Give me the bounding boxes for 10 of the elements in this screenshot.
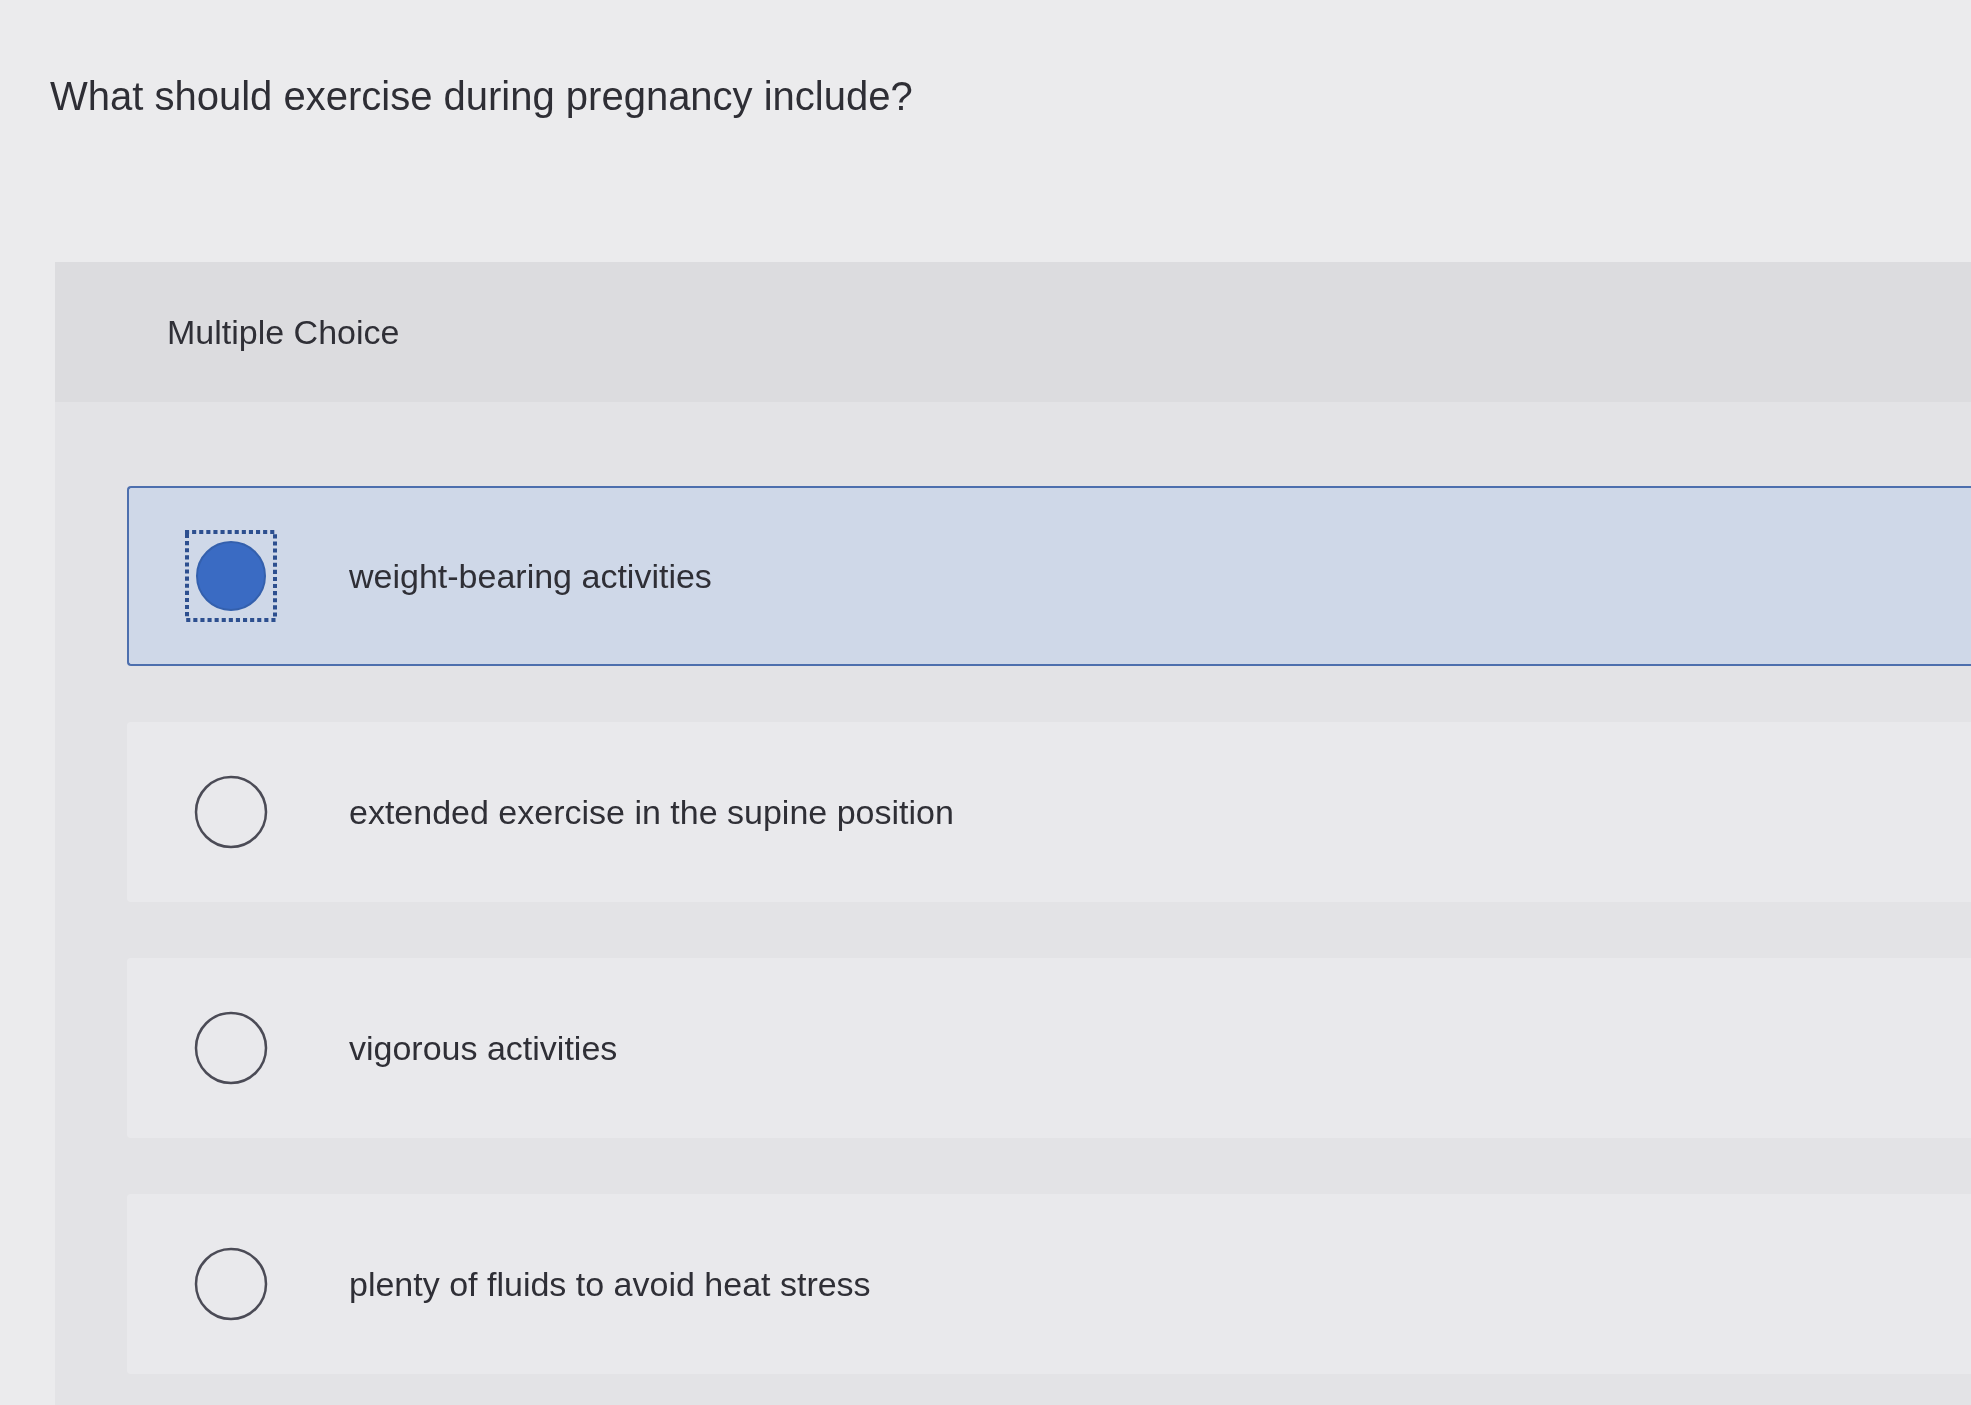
answer-option[interactable]: vigorous activities <box>127 958 1971 1138</box>
radio-button[interactable] <box>194 1247 268 1321</box>
question-type-header: Multiple Choice <box>55 262 1971 402</box>
answer-option[interactable]: extended exercise in the supine position <box>127 722 1971 902</box>
question-text: What should exercise during pregnancy include? <box>50 73 914 120</box>
radio-button[interactable] <box>194 775 268 849</box>
answer-option[interactable]: weight-bearing activities <box>127 486 1971 666</box>
answer-option[interactable]: plenty of fluids to avoid heat stress <box>127 1194 1971 1374</box>
radio-button[interactable] <box>185 530 277 622</box>
radio-button[interactable] <box>194 1011 268 1085</box>
